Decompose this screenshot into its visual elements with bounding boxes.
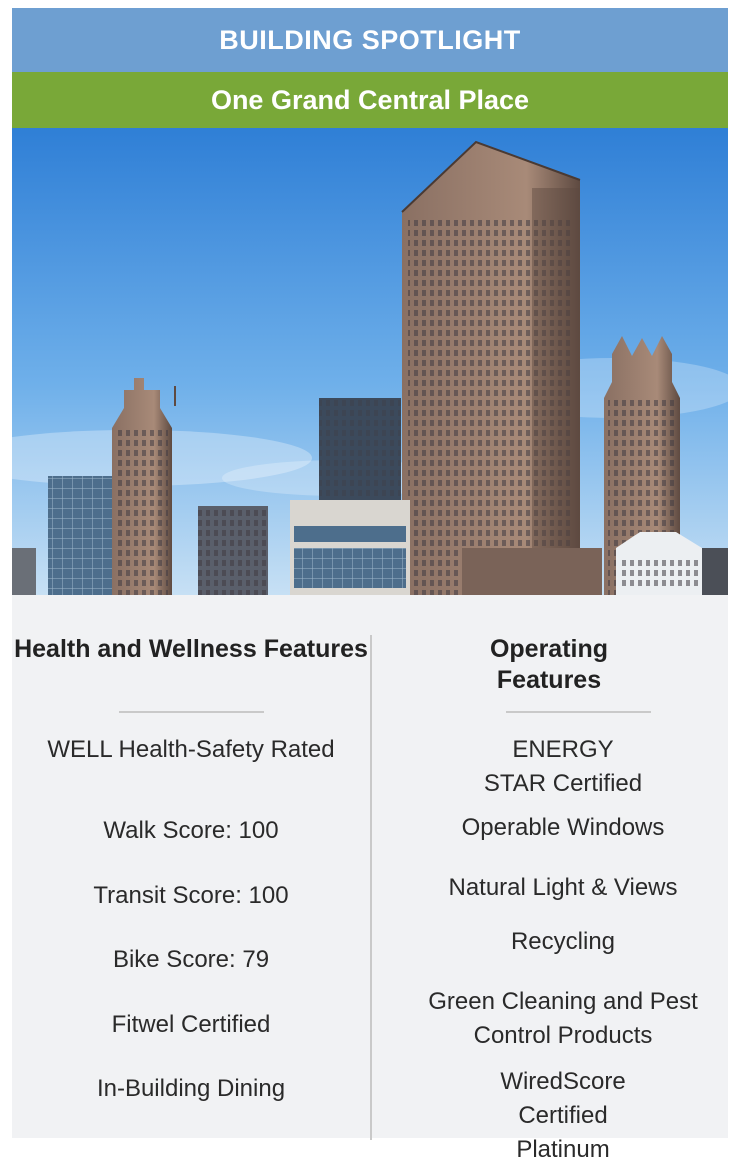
title-divider (506, 711, 651, 713)
spotlight-title: BUILDING SPOTLIGHT (219, 24, 521, 55)
features-section: Health and Wellness Features WELL Health… (12, 595, 728, 1163)
feature-item: Green Cleaning and Pest Control Products (428, 988, 698, 1049)
health-wellness-title-text: Health and Wellness Features (14, 635, 368, 663)
feature-item: Fitwel Certified (111, 1011, 271, 1038)
building-name-header: One Grand Central Place (12, 72, 728, 128)
feature-item: Natural Light & Views (448, 874, 678, 901)
operating-features-title: Operating Features (370, 634, 728, 696)
feature-item: Bike Score: 79 (112, 946, 270, 973)
column-divider (370, 635, 372, 1140)
health-wellness-title: Health and Wellness Features (12, 634, 370, 665)
feature-item: In-Building Dining (96, 1075, 286, 1102)
feature-item: Transit Score: 100 (93, 882, 289, 909)
building-name: One Grand Central Place (210, 84, 530, 115)
feature-item: WELL Health-Safety Rated (47, 736, 335, 763)
building-spotlight-card: BUILDING SPOTLIGHT One Grand Central Pla… (12, 8, 728, 1163)
title-divider (119, 711, 264, 713)
building-photo (12, 128, 728, 595)
feature-item: Operable Windows (461, 814, 665, 841)
operating-features-title-text: Operating Features (489, 635, 609, 694)
feature-item: Walk Score: 100 (103, 817, 279, 844)
spotlight-header: BUILDING SPOTLIGHT (12, 8, 728, 72)
feature-item: Recycling (510, 928, 616, 955)
feature-item: WiredScore Certified Platinum (500, 1068, 626, 1163)
feature-item: ENERGY STAR Certified (483, 736, 643, 797)
